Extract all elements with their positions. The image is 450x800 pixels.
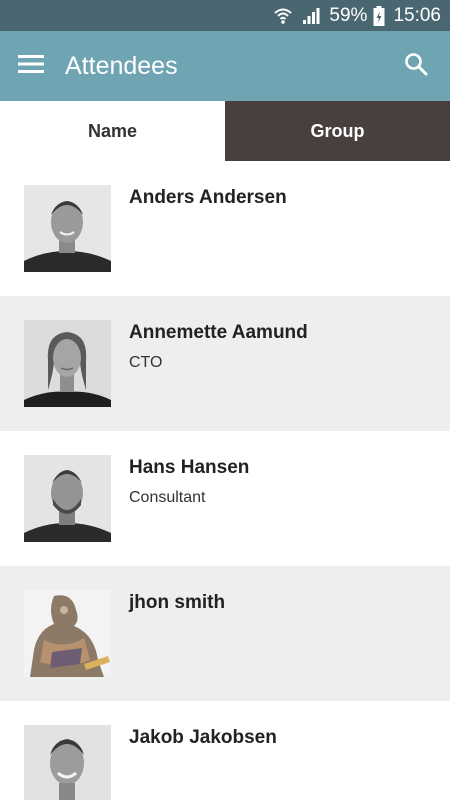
- tab-name[interactable]: Name: [0, 101, 225, 161]
- avatar: [24, 185, 111, 272]
- search-icon: [404, 52, 428, 81]
- attendee-name: Annemette Aamund: [129, 322, 308, 343]
- list-item[interactable]: Jakob Jakobsen: [0, 701, 450, 800]
- avatar: [24, 590, 111, 677]
- page-title: Attendees: [65, 51, 178, 80]
- battery-percent: 59%: [329, 4, 368, 26]
- battery-charging-icon: [373, 5, 385, 26]
- clock: 15:06: [393, 4, 441, 26]
- avatar: [24, 320, 111, 407]
- attendee-name: Jakob Jakobsen: [129, 727, 277, 748]
- signal-icon: [301, 6, 321, 26]
- attendee-name: Hans Hansen: [129, 457, 250, 478]
- avatar: [24, 725, 111, 800]
- tab-group[interactable]: Group: [225, 101, 450, 161]
- attendee-role: Consultant: [129, 489, 206, 506]
- tab-bar: Name Group: [0, 101, 450, 161]
- list-item[interactable]: Anders Andersen: [0, 161, 450, 296]
- menu-icon: [18, 54, 44, 79]
- attendee-name: jhon smith: [129, 592, 226, 613]
- list-item[interactable]: jhon smith: [0, 566, 450, 701]
- status-bar: 59% 15:06: [0, 0, 450, 31]
- app-bar: Attendees: [0, 31, 450, 101]
- list-item[interactable]: Hans Hansen Consultant: [0, 431, 450, 566]
- avatar: [24, 455, 111, 542]
- list-item[interactable]: Annemette Aamund CTO: [0, 296, 450, 431]
- menu-button[interactable]: [16, 51, 46, 81]
- attendee-list: Anders Andersen Annemette Aamund CTO Han…: [0, 161, 450, 800]
- search-button[interactable]: [396, 46, 436, 86]
- wifi-icon: [273, 6, 293, 26]
- attendee-name: Anders Andersen: [129, 187, 287, 208]
- attendee-role: CTO: [129, 354, 163, 371]
